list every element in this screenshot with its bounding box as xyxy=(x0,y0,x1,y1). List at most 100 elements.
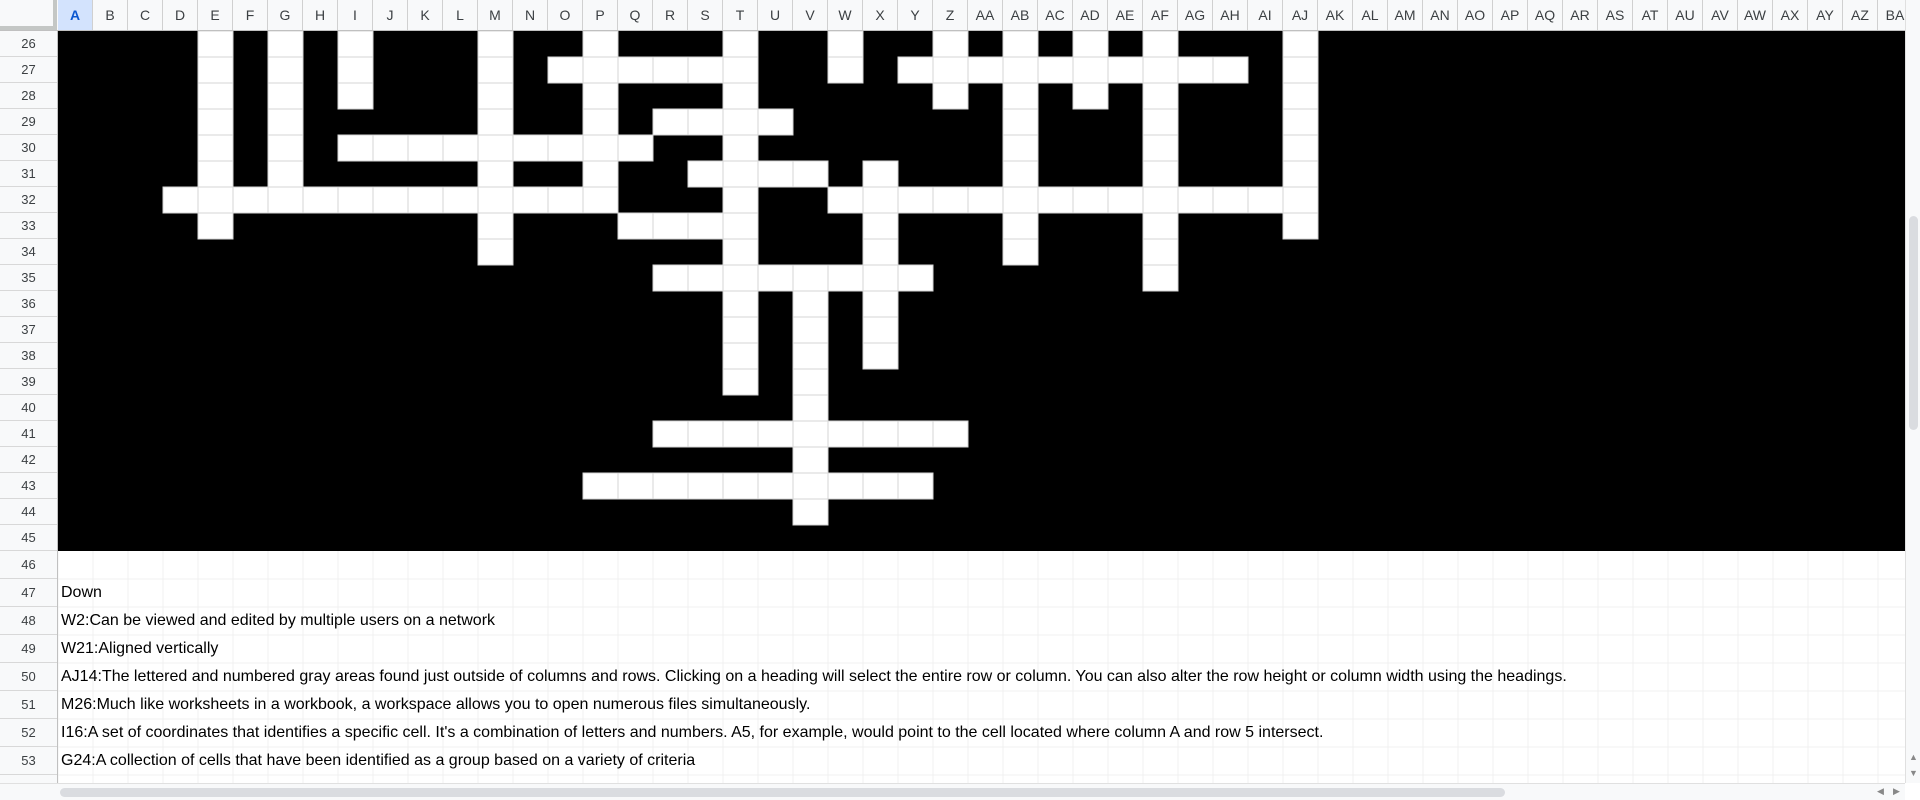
crossword-cell-W26[interactable] xyxy=(827,31,864,58)
crossword-cell-R43[interactable] xyxy=(652,472,689,500)
crossword-cell-E27[interactable] xyxy=(197,56,234,84)
crossword-cell-X37[interactable] xyxy=(862,316,899,344)
row-header-34[interactable]: 34 xyxy=(0,239,57,265)
column-header-o[interactable]: O xyxy=(548,0,583,30)
crossword-cell-Z32[interactable] xyxy=(932,186,969,214)
crossword-cell-K30[interactable] xyxy=(407,134,444,162)
crossword-cell-R41[interactable] xyxy=(652,420,689,448)
scroll-up-icon[interactable]: ▲ xyxy=(1906,752,1920,762)
crossword-cell-AB29[interactable] xyxy=(1002,108,1039,136)
crossword-cell-V44[interactable] xyxy=(792,498,829,526)
clue-cell[interactable]: G24:A collection of cells that have been… xyxy=(61,747,695,775)
row-header-50[interactable]: 50 xyxy=(0,663,57,691)
crossword-cell-O30[interactable] xyxy=(547,134,584,162)
crossword-cell-R35[interactable] xyxy=(652,264,689,292)
crossword-cell-AF26[interactable] xyxy=(1142,31,1179,58)
column-header-ba[interactable]: BA xyxy=(1878,0,1905,30)
crossword-cell-E31[interactable] xyxy=(197,160,234,188)
crossword-cell-AB34[interactable] xyxy=(1002,238,1039,266)
crossword-cell-AE27[interactable] xyxy=(1107,56,1144,84)
crossword-cell-M27[interactable] xyxy=(477,56,514,84)
column-header-ah[interactable]: AH xyxy=(1213,0,1248,30)
crossword-cell-M34[interactable] xyxy=(477,238,514,266)
crossword-cell-U41[interactable] xyxy=(757,420,794,448)
column-header-aw[interactable]: AW xyxy=(1738,0,1773,30)
column-header-ab[interactable]: AB xyxy=(1003,0,1038,30)
crossword-cell-AA27[interactable] xyxy=(967,56,1004,84)
column-header-aq[interactable]: AQ xyxy=(1528,0,1563,30)
crossword-cell-M31[interactable] xyxy=(477,160,514,188)
crossword-cell-N32[interactable] xyxy=(512,186,549,214)
column-header-ax[interactable]: AX xyxy=(1773,0,1808,30)
crossword-cell-N30[interactable] xyxy=(512,134,549,162)
crossword-cell-AF30[interactable] xyxy=(1142,134,1179,162)
crossword-cell-AJ30[interactable] xyxy=(1282,134,1319,162)
crossword-cell-U29[interactable] xyxy=(757,108,794,136)
crossword-cell-E30[interactable] xyxy=(197,134,234,162)
scroll-left-icon[interactable]: ◀ xyxy=(1873,786,1888,797)
crossword-cell-M26[interactable] xyxy=(477,31,514,58)
row-header-40[interactable]: 40 xyxy=(0,395,57,421)
crossword-cell-AJ27[interactable] xyxy=(1282,56,1319,84)
column-header-as[interactable]: AS xyxy=(1598,0,1633,30)
row-header-36[interactable]: 36 xyxy=(0,291,57,317)
crossword-cell-I26[interactable] xyxy=(337,31,374,58)
crossword-cell-AF34[interactable] xyxy=(1142,238,1179,266)
crossword-cell-AJ26[interactable] xyxy=(1282,31,1319,58)
crossword-cell-T35[interactable] xyxy=(722,264,759,292)
column-header-ao[interactable]: AO xyxy=(1458,0,1493,30)
column-header-aa[interactable]: AA xyxy=(968,0,1003,30)
crossword-cell-G30[interactable] xyxy=(267,134,304,162)
crossword-cell-E26[interactable] xyxy=(197,31,234,58)
clue-cell[interactable]: W21:Aligned vertically xyxy=(61,635,218,663)
column-header-af[interactable]: AF xyxy=(1143,0,1178,30)
crossword-cell-O27[interactable] xyxy=(547,56,584,84)
crossword-cell-V31[interactable] xyxy=(792,160,829,188)
column-header-h[interactable]: H xyxy=(303,0,338,30)
crossword-cell-P43[interactable] xyxy=(582,472,619,500)
crossword-cell-K32[interactable] xyxy=(407,186,444,214)
column-header-au[interactable]: AU xyxy=(1668,0,1703,30)
crossword-cell-Y32[interactable] xyxy=(897,186,934,214)
crossword-cell-Y41[interactable] xyxy=(897,420,934,448)
crossword-cell-G27[interactable] xyxy=(267,56,304,84)
column-header-ay[interactable]: AY xyxy=(1808,0,1843,30)
crossword-cell-AF28[interactable] xyxy=(1142,82,1179,110)
crossword-cell-T27[interactable] xyxy=(722,56,759,84)
crossword-cell-M28[interactable] xyxy=(477,82,514,110)
crossword-cell-Y35[interactable] xyxy=(897,264,934,292)
crossword-cell-L30[interactable] xyxy=(442,134,479,162)
row-header-41[interactable]: 41 xyxy=(0,421,57,447)
crossword-cell-T26[interactable] xyxy=(722,31,759,58)
clue-cell[interactable]: W2:Can be viewed and edited by multiple … xyxy=(61,607,495,635)
row-header-43[interactable]: 43 xyxy=(0,473,57,499)
crossword-cell-I30[interactable] xyxy=(337,134,374,162)
crossword-cell-T39[interactable] xyxy=(722,368,759,396)
column-header-f[interactable]: F xyxy=(233,0,268,30)
column-header-a[interactable]: A xyxy=(58,0,93,30)
crossword-cell-U31[interactable] xyxy=(757,160,794,188)
row-header-35[interactable]: 35 xyxy=(0,265,57,291)
crossword-cell-V39[interactable] xyxy=(792,368,829,396)
column-header-k[interactable]: K xyxy=(408,0,443,30)
crossword-cell-S33[interactable] xyxy=(687,212,724,240)
crossword-cell-E28[interactable] xyxy=(197,82,234,110)
column-header-c[interactable]: C xyxy=(128,0,163,30)
crossword-cell-AJ32[interactable] xyxy=(1282,186,1319,214)
row-header-30[interactable]: 30 xyxy=(0,135,57,161)
crossword-cell-T31[interactable] xyxy=(722,160,759,188)
row-header-51[interactable]: 51 xyxy=(0,691,57,719)
clue-cell[interactable]: M26:Much like worksheets in a workbook, … xyxy=(61,691,810,719)
crossword-cell-S41[interactable] xyxy=(687,420,724,448)
crossword-cell-U43[interactable] xyxy=(757,472,794,500)
crossword-cell-AB26[interactable] xyxy=(1002,31,1039,58)
column-header-ac[interactable]: AC xyxy=(1038,0,1073,30)
crossword-cell-G31[interactable] xyxy=(267,160,304,188)
scroll-down-icon[interactable]: ▼ xyxy=(1906,768,1920,778)
crossword-cell-I28[interactable] xyxy=(337,82,374,110)
crossword-cell-S43[interactable] xyxy=(687,472,724,500)
crossword-cell-J32[interactable] xyxy=(372,186,409,214)
crossword-cell-AF33[interactable] xyxy=(1142,212,1179,240)
clue-cell[interactable]: I16:A set of coordinates that identifies… xyxy=(61,719,1323,747)
crossword-cell-T28[interactable] xyxy=(722,82,759,110)
